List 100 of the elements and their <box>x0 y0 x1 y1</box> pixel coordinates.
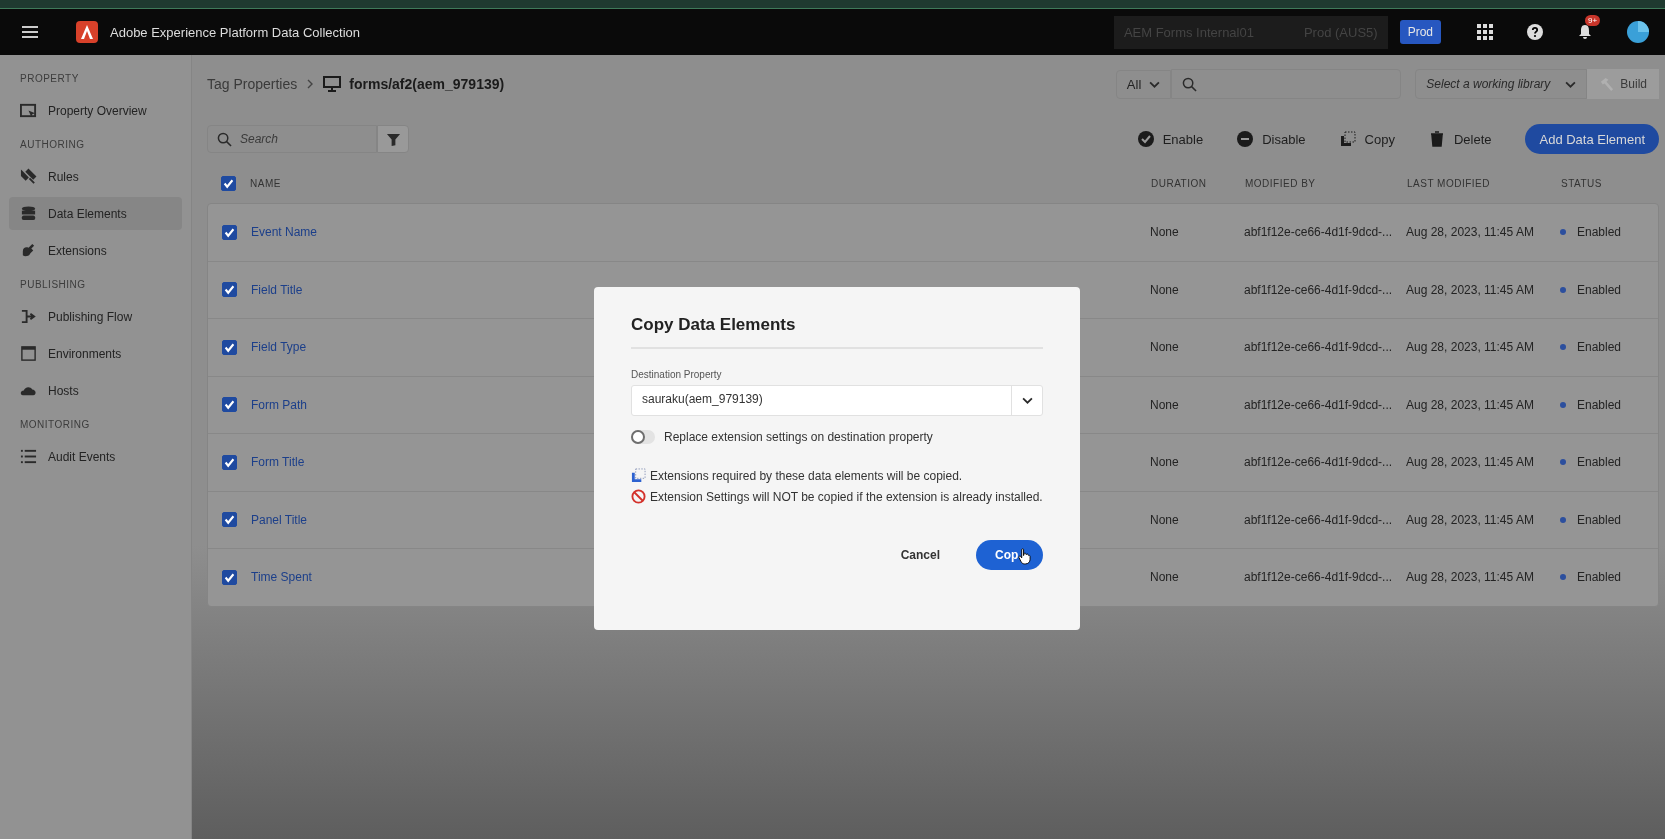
search-icon <box>1182 76 1198 92</box>
sidebar-section-heading: PUBLISHING <box>19 278 87 292</box>
sidebar-item[interactable]: Audit Events <box>9 440 182 473</box>
table-cell-text: abf1f12e-ce66-4d1f-9dcd-... <box>1244 282 1394 297</box>
table-cell-text: abf1f12e-ce66-4d1f-9dcd-... <box>1244 397 1394 412</box>
table-cell-text: Aug 28, 2023, 11:45 AM <box>1406 225 1535 240</box>
environment-badge: Prod <box>1399 20 1441 44</box>
table-cell-text: Aug 28, 2023, 11:45 AM <box>1406 282 1535 297</box>
app-title: Adobe Experience Platform Data Collection <box>110 24 361 40</box>
toggle-label: Replace extension settings on destination property <box>664 430 933 444</box>
field-label: Destination Property <box>631 369 723 380</box>
data-element-link[interactable]: Event Name <box>251 225 1150 240</box>
avatar-icon[interactable] <box>1627 21 1649 43</box>
confirm-button[interactable]: Cop <box>976 540 1043 570</box>
table-cell-text: Aug 28, 2023, 11:45 AM <box>1406 570 1535 585</box>
logo-icon <box>76 21 98 43</box>
row-checkbox[interactable] <box>222 569 237 585</box>
table-cell-text: None <box>1150 282 1180 297</box>
sidebar-item[interactable]: Environments <box>9 337 182 370</box>
table-cell-text: abf1f12e-ce66-4d1f-9dcd-... <box>1244 570 1394 585</box>
sidebar-item[interactable]: Rules <box>9 160 182 193</box>
table-cell-text: abf1f12e-ce66-4d1f-9dcd-... <box>1244 512 1394 527</box>
table-cell-text: Aug 28, 2023, 11:45 AM <box>1406 512 1535 527</box>
select-all-checkbox[interactable] <box>221 175 236 191</box>
scope-dropdown[interactable]: All <box>1115 69 1172 99</box>
row-checkbox[interactable] <box>222 397 237 413</box>
table-cell-text: None <box>1150 512 1180 527</box>
breadcrumb-link[interactable]: Tag Properties <box>207 76 298 92</box>
table-cell-text: None <box>1150 570 1180 585</box>
library-dropdown[interactable]: Select a working library <box>1415 69 1588 99</box>
action-button[interactable]: Copy <box>1339 127 1395 151</box>
add-data-element-button[interactable]: Add Data Element <box>1525 124 1659 154</box>
table-cell-text: Aug 28, 2023, 11:45 AM <box>1406 397 1535 412</box>
toggle-switch[interactable] <box>631 430 655 444</box>
status-text: Enabled <box>1577 455 1622 470</box>
column-header: MODIFIED BY <box>1245 177 1317 189</box>
chevron-down-icon <box>1021 397 1033 404</box>
prohibited-icon <box>631 489 646 504</box>
cancel-button[interactable]: Cancel <box>886 542 954 568</box>
column-header: LAST MODIFIED <box>1407 177 1491 189</box>
status-text: Enabled <box>1577 570 1622 585</box>
copy-icon <box>631 468 646 483</box>
action-button[interactable]: Enable <box>1137 127 1204 151</box>
trash-icon <box>1428 131 1445 147</box>
column-header: NAME <box>250 177 282 189</box>
bell-icon[interactable] <box>1577 24 1593 40</box>
apps-grid-icon[interactable] <box>1477 24 1493 40</box>
info-text: Extension Settings will NOT be copied if the extension is already installed. <box>650 489 1043 504</box>
table-cell-text: None <box>1150 225 1180 240</box>
row-checkbox[interactable] <box>222 339 237 355</box>
copy-icon <box>1339 131 1356 147</box>
database-icon <box>20 205 37 222</box>
row-checkbox[interactable] <box>222 282 237 298</box>
sidebar-item[interactable]: Extensions <box>9 234 182 267</box>
dialog-title: Copy Data Elements <box>631 315 1043 349</box>
row-checkbox[interactable] <box>222 454 237 470</box>
help-icon[interactable] <box>1527 24 1543 40</box>
sidebar-item[interactable]: Publishing Flow <box>9 300 182 333</box>
row-checkbox[interactable] <box>222 512 237 528</box>
row-checkbox[interactable] <box>222 224 237 240</box>
window-icon <box>20 345 37 362</box>
table-cell-text: None <box>1150 340 1180 355</box>
sidebar-item[interactable]: Data Elements <box>9 197 182 230</box>
chevron-down-icon <box>1565 80 1577 88</box>
status-text: Enabled <box>1577 397 1622 412</box>
table-cell-text: abf1f12e-ce66-4d1f-9dcd-... <box>1244 340 1394 355</box>
sidebar-section-heading: MONITORING <box>19 418 91 432</box>
action-button[interactable]: Disable <box>1237 127 1306 151</box>
column-header: STATUS <box>1561 177 1603 189</box>
status-text: Enabled <box>1577 225 1622 240</box>
list-icon <box>20 448 37 465</box>
filter-button[interactable] <box>377 125 409 153</box>
sidebar-item[interactable]: Hosts <box>9 374 182 407</box>
build-button[interactable]: Build <box>1587 69 1659 99</box>
hand-cursor-icon <box>1018 548 1031 565</box>
chevron-down-icon <box>1149 80 1161 88</box>
sidebar-section-heading: PROPERTY <box>19 72 80 86</box>
window-icon <box>20 102 37 119</box>
table-cell-text: Aug 28, 2023, 11:45 AM <box>1406 340 1535 355</box>
sidebar-section-heading: AUTHORING <box>19 138 86 152</box>
search-field[interactable]: Search <box>207 125 377 153</box>
flow-icon <box>20 308 37 325</box>
filter-icon <box>385 131 401 147</box>
notification-badge: 9+ <box>1585 15 1601 26</box>
status-text: Enabled <box>1577 340 1622 355</box>
table-cell-text: abf1f12e-ce66-4d1f-9dcd-... <box>1244 455 1394 470</box>
minus-circle-icon <box>1237 131 1254 147</box>
menu-icon[interactable] <box>22 26 38 38</box>
action-button[interactable]: Delete <box>1428 127 1492 151</box>
status-text: Enabled <box>1577 512 1622 527</box>
table-cell-text: None <box>1150 455 1180 470</box>
table-cell-text: Aug 28, 2023, 11:45 AM <box>1406 455 1535 470</box>
checkmark-circle-icon <box>1137 131 1154 147</box>
destination-property-dropdown[interactable]: sauraku(aem_979139) <box>631 385 1043 416</box>
global-search-field[interactable] <box>1171 69 1402 99</box>
info-text: Extensions required by these data elements will be copied. <box>650 468 963 483</box>
column-header: DURATION <box>1151 177 1208 189</box>
table-cell-text: abf1f12e-ce66-4d1f-9dcd-... <box>1244 225 1394 240</box>
sidebar-item[interactable]: Property Overview <box>9 94 182 127</box>
search-icon <box>217 132 232 147</box>
